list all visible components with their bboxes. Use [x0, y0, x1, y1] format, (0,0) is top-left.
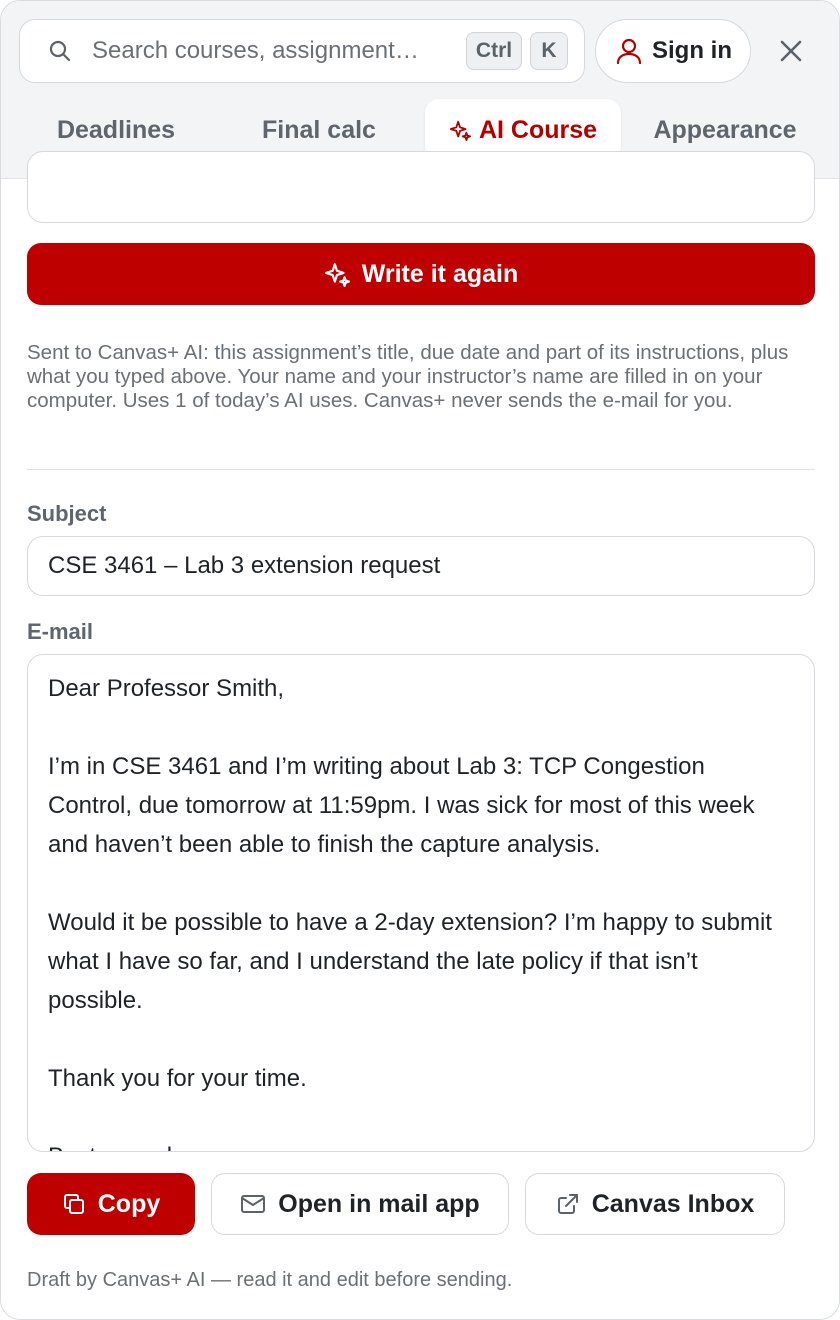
instructions-input[interactable] — [27, 151, 815, 223]
ai-disclaimer: Draft by Canvas+ AI — read it and edit b… — [27, 1269, 513, 1291]
canvas-inbox-label: Canvas Inbox — [591, 1189, 755, 1218]
ai-course-panel: Ctrl K Sign in Deadlines Final calc — [0, 0, 840, 1320]
privacy-note: Sent to Canvas+ AI: this assignment’s ti… — [27, 341, 789, 412]
sign-in-label: Sign in — [652, 37, 732, 64]
subject-input[interactable] — [27, 536, 815, 596]
copy-icon — [63, 1194, 84, 1214]
tab-label: Appearance — [653, 115, 797, 144]
copy-button[interactable]: Copy — [27, 1173, 195, 1235]
write-again-button[interactable]: Write it again — [27, 243, 815, 305]
subject-label: Subject — [27, 501, 107, 526]
sparkle-icon — [449, 120, 471, 141]
search-box[interactable]: Ctrl K — [19, 19, 585, 83]
tab-label: Final calc — [262, 115, 376, 144]
email-label: E-mail — [27, 619, 94, 644]
user-icon — [616, 38, 642, 65]
tab-label: Deadlines — [56, 115, 176, 144]
section-divider — [27, 469, 815, 470]
open-mail-app-button[interactable]: Open in mail app — [211, 1173, 509, 1235]
external-link-icon — [557, 1194, 578, 1214]
mail-app-label: Open in mail app — [278, 1189, 480, 1218]
canvas-inbox-button[interactable]: Canvas Inbox — [525, 1173, 785, 1235]
search-icon — [49, 40, 71, 62]
search-input[interactable] — [92, 31, 448, 71]
copy-label: Copy — [97, 1189, 161, 1218]
tab-label: AI Course — [478, 115, 598, 144]
sign-in-button[interactable]: Sign in — [595, 19, 751, 83]
write-again-label: Write it again — [361, 259, 519, 288]
sparkle-icon — [324, 263, 350, 287]
shortcut-key-ctrl: Ctrl — [466, 32, 522, 70]
shortcut-key-k: K — [530, 32, 568, 70]
mail-icon — [241, 1195, 266, 1213]
close-button[interactable] — [771, 31, 811, 71]
close-icon — [780, 40, 802, 62]
action-bar: Copy Open in mail app Canvas Inbox — [1, 1173, 839, 1235]
email-body-textarea[interactable]: Dear Professor Smith, I’m in CSE 3461 an… — [27, 654, 815, 1152]
